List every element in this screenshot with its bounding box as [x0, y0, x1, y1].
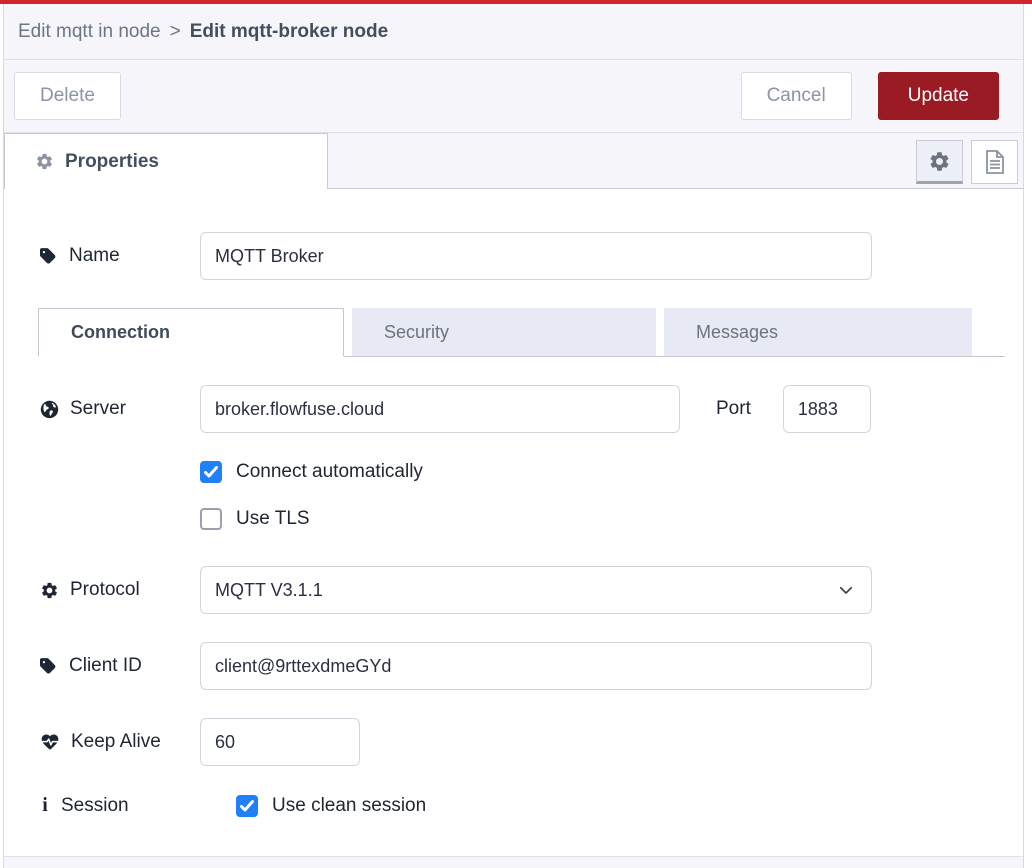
globe-icon: [40, 400, 59, 419]
properties-panel: Name Connection Security Messages Server…: [4, 189, 1023, 868]
name-row: Name: [4, 232, 1023, 280]
checkbox-box: [200, 508, 222, 530]
tag-icon: [40, 247, 58, 265]
name-input[interactable]: [200, 232, 872, 280]
session-label-text: Session: [61, 795, 129, 817]
protocol-select-value: MQTT V3.1.1: [215, 580, 323, 601]
protocol-label: Protocol: [40, 579, 200, 601]
info-icon: i: [40, 794, 50, 817]
breadcrumb-current: Edit mqtt-broker node: [190, 21, 388, 43]
client-id-row: Client ID: [4, 642, 1023, 690]
client-id-input[interactable]: [200, 642, 872, 690]
name-label: Name: [40, 245, 200, 267]
server-row: Server Port: [4, 385, 1023, 433]
port-input[interactable]: [783, 385, 871, 433]
tab-messages[interactable]: Messages: [664, 308, 972, 356]
keep-alive-label: Keep Alive: [40, 731, 200, 753]
server-label-text: Server: [70, 398, 126, 420]
gear-icon: [40, 581, 59, 600]
protocol-row: Protocol MQTT V3.1.1: [4, 566, 1023, 614]
editor-view-buttons: [916, 140, 1018, 184]
gear-icon: [35, 152, 54, 171]
breadcrumb-separator: >: [170, 21, 181, 43]
properties-view-button[interactable]: [916, 140, 963, 184]
cancel-button[interactable]: Cancel: [741, 72, 852, 120]
client-id-label: Client ID: [40, 655, 200, 677]
tab-properties-label: Properties: [65, 151, 159, 173]
breadcrumb-parent[interactable]: Edit mqtt in node: [18, 21, 161, 43]
checkbox-box: [200, 461, 222, 483]
use-tls-checkbox[interactable]: Use TLS: [200, 508, 310, 530]
chevron-down-icon: [837, 581, 855, 599]
delete-button[interactable]: Delete: [14, 72, 121, 120]
use-tls-label: Use TLS: [236, 508, 310, 530]
use-tls-row: Use TLS: [4, 508, 1023, 530]
tab-connection[interactable]: Connection: [38, 308, 344, 357]
dialog-bottom-edge: [4, 856, 1023, 868]
session-row: i Session Use clean session: [4, 794, 1023, 817]
heartbeat-icon: [40, 732, 60, 752]
protocol-label-text: Protocol: [70, 579, 140, 601]
tab-security[interactable]: Security: [352, 308, 656, 356]
connect-automatically-row: Connect automatically: [4, 461, 1023, 483]
clean-session-checkbox[interactable]: Use clean session: [236, 795, 426, 817]
keep-alive-input[interactable]: [200, 718, 360, 766]
connection-tabs: Connection Security Messages: [38, 308, 1005, 357]
editor-tab-bar: Properties: [4, 133, 1023, 189]
connect-automatically-label: Connect automatically: [236, 461, 423, 483]
tab-properties[interactable]: Properties: [4, 133, 328, 189]
name-label-text: Name: [69, 245, 120, 267]
description-view-button[interactable]: [971, 140, 1018, 184]
connect-automatically-checkbox[interactable]: Connect automatically: [200, 461, 423, 483]
keep-alive-row: Keep Alive: [4, 718, 1023, 766]
session-label: i Session: [40, 794, 200, 817]
breadcrumb: Edit mqtt in node > Edit mqtt-broker nod…: [4, 4, 1023, 60]
port-label: Port: [716, 398, 751, 420]
action-bar: Delete Cancel Update: [4, 60, 1023, 133]
checkbox-box: [236, 795, 258, 817]
protocol-select[interactable]: MQTT V3.1.1: [200, 566, 872, 614]
tag-icon: [40, 657, 58, 675]
clean-session-label: Use clean session: [272, 795, 426, 817]
server-label: Server: [40, 398, 200, 420]
gear-icon: [928, 150, 951, 173]
keep-alive-label-text: Keep Alive: [71, 731, 161, 753]
edit-node-dialog: Edit mqtt in node > Edit mqtt-broker nod…: [3, 4, 1024, 868]
document-icon: [983, 149, 1007, 175]
update-button[interactable]: Update: [878, 72, 999, 120]
server-input[interactable]: [200, 385, 680, 433]
client-id-label-text: Client ID: [69, 655, 142, 677]
